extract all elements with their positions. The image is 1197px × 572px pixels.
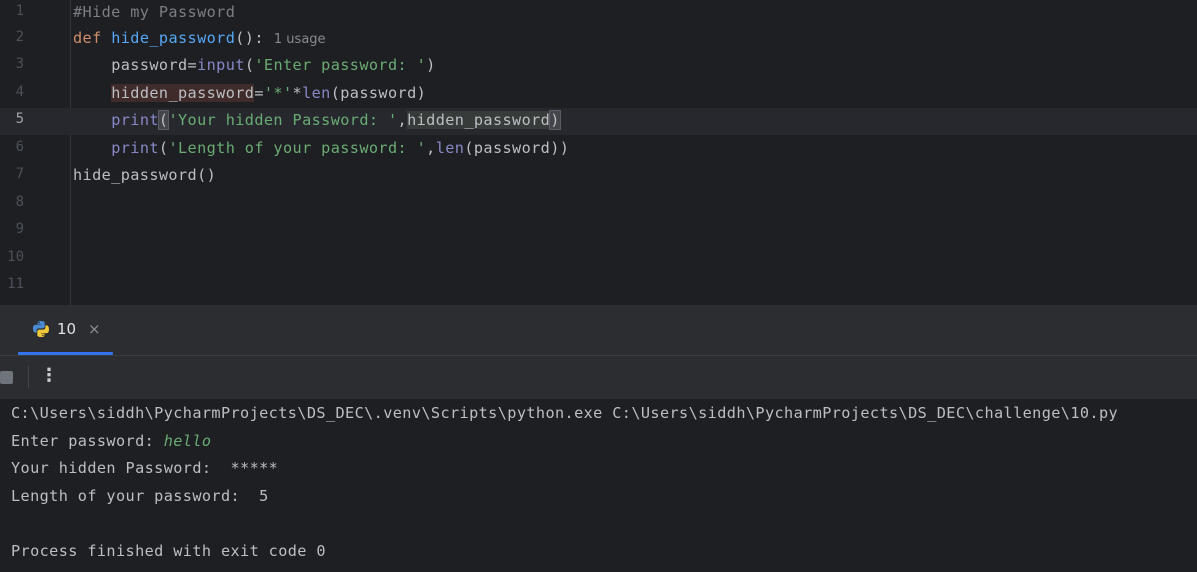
function-name: hide_password: [111, 29, 236, 47]
line-number: 10: [7, 249, 24, 265]
line-number: 6: [15, 139, 24, 155]
code-line-6[interactable]: 6 print('Length of your password: ',len(…: [0, 136, 1197, 163]
code-line-1[interactable]: 1 #Hide my Password: [0, 0, 1197, 27]
string-literal: 'Enter password: ': [254, 56, 427, 74]
paren: ): [426, 56, 436, 74]
comma: ,: [397, 111, 408, 129]
code-line-3[interactable]: 3 password=input('Enter password: '): [0, 53, 1197, 80]
run-toolbar: ⋮: [0, 356, 1197, 399]
code-line-9[interactable]: 9: [0, 218, 1197, 245]
code-line-2[interactable]: 2 def hide_password(): 1 usage: [0, 26, 1197, 53]
variable: hidden_password: [111, 84, 255, 102]
builtin-call: input: [197, 56, 245, 74]
call-args: (password): [330, 84, 427, 102]
string-literal: 'Length of your password: ': [168, 139, 427, 157]
call-args: (password)): [464, 139, 570, 157]
code-line-7[interactable]: 7 hide_password(): [0, 163, 1197, 190]
builtin-call: print: [111, 111, 159, 129]
builtin-call: print: [111, 139, 159, 157]
comma: ,: [426, 139, 436, 157]
builtin-call: len: [435, 139, 465, 157]
python-icon: [33, 321, 49, 337]
string-literal: 'Your hidden Password: ': [168, 111, 398, 129]
line-number: 5: [15, 111, 24, 127]
code-line-5[interactable]: 5 print('Your hidden Password: ',hidden_…: [0, 108, 1197, 135]
console-length-output: Length of your password: 5: [11, 487, 269, 505]
console-hidden-output: Your hidden Password: *****: [11, 459, 279, 477]
code-line-8[interactable]: 8: [0, 191, 1197, 218]
more-vertical-icon[interactable]: ⋮: [40, 365, 58, 387]
run-console-output[interactable]: C:\Users\siddh\PycharmProjects\DS_DEC\.v…: [0, 399, 1197, 572]
console-prompt-line: Enter password: hello: [11, 432, 211, 450]
paren: (: [244, 56, 255, 74]
line-number: 9: [15, 221, 24, 237]
close-icon[interactable]: ×: [88, 320, 101, 338]
console-prompt: Enter password:: [11, 432, 164, 450]
function-call: hide_password(): [73, 166, 217, 184]
variable: hidden_password: [407, 111, 551, 129]
console-command-line: C:\Users\siddh\PycharmProjects\DS_DEC\.v…: [11, 404, 1119, 422]
builtin-call: len: [302, 84, 331, 102]
code-editor[interactable]: 1 #Hide my Password 2 def hide_password(…: [0, 0, 1197, 305]
line-number: 2: [15, 29, 24, 45]
line-number: 7: [15, 166, 24, 182]
console-user-input: hello: [163, 432, 212, 450]
stop-icon[interactable]: [0, 371, 13, 384]
toolbar-separator: [28, 366, 29, 388]
line-number: 8: [15, 194, 24, 210]
code-line-4[interactable]: 4 hidden_password='*'*len(password): [0, 81, 1197, 108]
string-literal: '*': [263, 84, 293, 102]
paren-match: ): [549, 110, 561, 130]
line-number: 3: [15, 56, 24, 72]
operator: =: [187, 56, 198, 74]
line-number: 1: [15, 3, 24, 19]
run-tool-window-tabbar: 10 ×: [0, 306, 1197, 355]
usage-hint-link[interactable]: 1 usage: [274, 32, 326, 47]
signature-rest: ():: [235, 29, 264, 47]
tab-label: 10: [57, 320, 77, 338]
comment: #Hide my Password: [73, 3, 236, 21]
line-number: 4: [15, 84, 24, 100]
line-number: 11: [7, 276, 24, 292]
code-line-10[interactable]: 10: [0, 246, 1197, 273]
code-line-11[interactable]: 11: [0, 273, 1197, 300]
variable: password: [111, 56, 188, 74]
console-exit-message: Process finished with exit code 0: [11, 542, 326, 560]
tab-run-10[interactable]: 10 ×: [18, 306, 113, 355]
operator: =: [254, 84, 264, 102]
operator: *: [292, 84, 303, 102]
keyword-def: def: [73, 29, 102, 47]
